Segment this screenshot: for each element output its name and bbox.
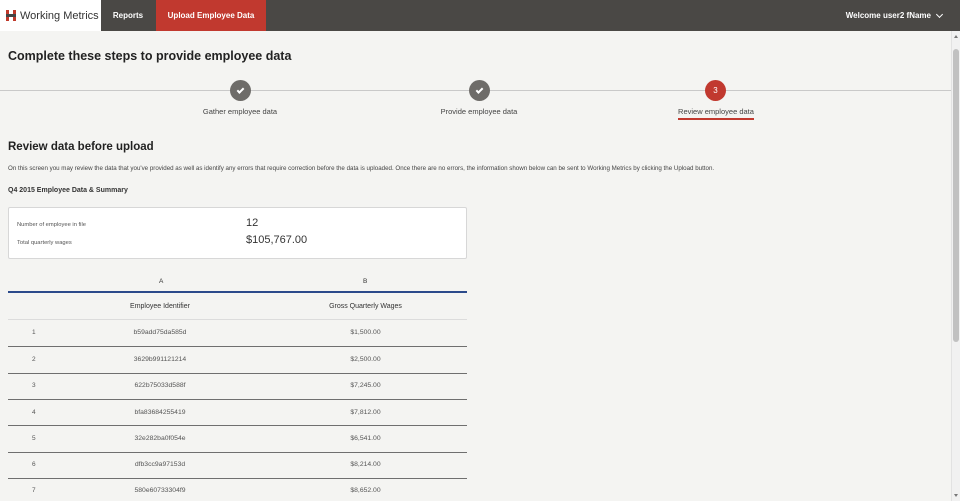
employee-identifier-cell: 622b75033d588f (134, 382, 186, 389)
summary-card: Number of employee in file 12 Total quar… (8, 207, 467, 259)
review-section-title: Review data before upload (8, 141, 154, 153)
table-row: 2 3629b991121214 $2,500.00 (8, 347, 467, 374)
gross-wages-cell: $8,652.00 (350, 487, 381, 494)
row-index: 3 (32, 382, 36, 389)
table-row: 1 b59add75da585d $1,500.00 (8, 320, 467, 347)
table-top-rule (8, 291, 467, 293)
header-gross-quarterly-wages: Gross Quarterly Wages (329, 303, 402, 310)
nav-upload-employee-data-link[interactable]: Upload Employee Data (156, 0, 266, 31)
scroll-down-arrow-icon[interactable] (954, 494, 958, 497)
brand-logo[interactable]: Working Metrics (0, 0, 101, 31)
step-1-complete-icon[interactable] (230, 80, 251, 101)
gross-wages-cell: $7,812.00 (350, 409, 381, 416)
step-2-complete-icon[interactable] (469, 80, 490, 101)
row-index: 1 (32, 329, 36, 336)
summary-heading: Q4 2015 Employee Data & Summary (8, 187, 128, 194)
gross-wages-cell: $1,500.00 (350, 329, 381, 336)
table-row: 7 580e60733304f9 $8,652.00 (8, 478, 467, 501)
gross-wages-cell: $2,500.00 (350, 356, 381, 363)
top-nav-bar: Working Metrics Reports Upload Employee … (0, 0, 960, 31)
nav-reports-link[interactable]: Reports (101, 0, 155, 31)
header-employee-identifier: Employee Identifier (130, 303, 190, 310)
step-3-number: 3 (713, 86, 718, 95)
employee-count-value: 12 (246, 217, 259, 229)
row-index: 2 (32, 356, 36, 363)
column-letter-a: A (159, 278, 164, 285)
check-icon (475, 85, 484, 94)
page-title: Complete these steps to provide employee… (8, 49, 292, 63)
step-1-label[interactable]: Gather employee data (190, 107, 290, 116)
table-row: 4 bfa83684255419 $7,812.00 (8, 400, 467, 427)
employee-identifier-cell: 3629b991121214 (133, 356, 187, 363)
step-2-label[interactable]: Provide employee data (428, 107, 530, 116)
employee-identifier-cell: dfb3cc9a97153d (134, 461, 186, 468)
page-scrollbar[interactable] (951, 31, 960, 501)
gross-wages-cell: $8,214.00 (350, 461, 381, 468)
user-menu[interactable]: Welcome user2 fName (845, 0, 944, 31)
employee-identifier-cell: 580e60733304f9 (134, 487, 186, 494)
brand-name: Working Metrics (20, 9, 99, 22)
gross-wages-cell: $6,541.00 (350, 435, 381, 442)
employee-count-label: Number of employee in file (17, 222, 86, 228)
row-index: 5 (32, 435, 36, 442)
gross-wages-cell: $7,245.00 (350, 382, 381, 389)
scroll-up-arrow-icon[interactable] (954, 35, 958, 38)
scroll-thumb[interactable] (953, 49, 959, 342)
table-row: 3 622b75033d588f $7,245.00 (8, 373, 467, 400)
employee-identifier-cell: 32e282ba0f054e (134, 435, 186, 442)
row-index: 4 (32, 409, 36, 416)
step-3-label-wrap: Review employee data (666, 107, 766, 120)
employee-identifier-cell: bfa83684255419 (134, 409, 186, 416)
row-index: 7 (32, 487, 36, 494)
employee-identifier-cell: b59add75da585d (133, 329, 187, 336)
check-icon (236, 85, 245, 94)
column-letter-b: B (363, 278, 368, 285)
table-row: 6 dfb3cc9a97153d $8,214.00 (8, 452, 467, 479)
total-wages-label: Total quarterly wages (17, 240, 72, 246)
review-description: On this screen you may review the data t… (8, 165, 715, 172)
step-3-active-indicator[interactable]: 3 (705, 80, 726, 101)
row-index: 6 (32, 461, 36, 468)
chevron-down-icon (935, 10, 944, 18)
working-metrics-logo-icon (6, 10, 16, 21)
table-row: 5 32e282ba0f054e $6,541.00 (8, 426, 467, 453)
user-greeting: Welcome user2 fName (845, 11, 931, 20)
total-wages-value: $105,767.00 (246, 234, 308, 246)
step-3-label[interactable]: Review employee data (678, 107, 754, 120)
